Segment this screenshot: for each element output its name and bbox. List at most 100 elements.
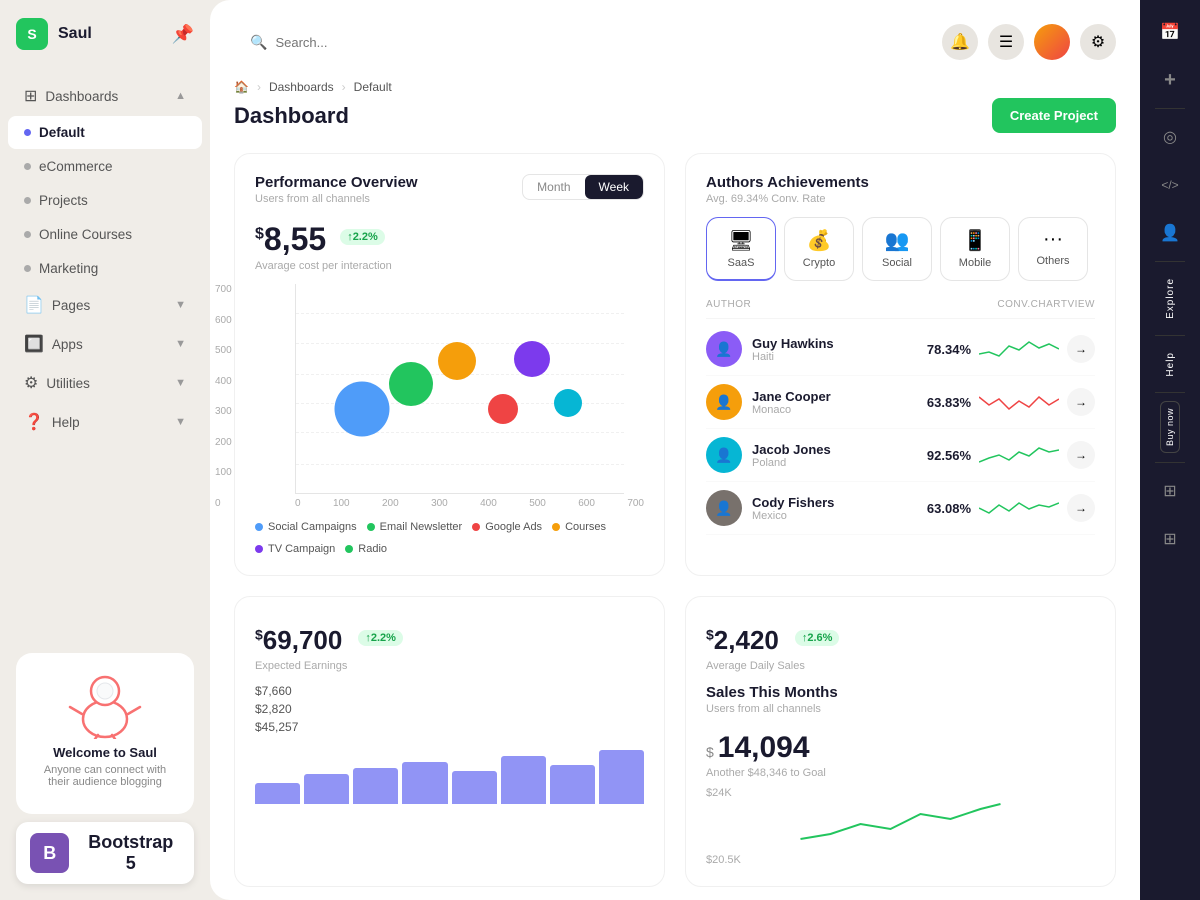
cat-tab-crypto[interactable]: 💰 Crypto	[784, 217, 854, 281]
buy-now-button[interactable]: Buy now	[1160, 401, 1180, 453]
nav-dot	[24, 163, 31, 170]
header-view: VIEW	[1067, 299, 1095, 310]
panel-code-icon[interactable]: </>	[1150, 165, 1190, 205]
view-button[interactable]: →	[1067, 494, 1095, 522]
sidebar-item-apps[interactable]: 🔲 Apps ▼	[8, 325, 202, 363]
nav-dot	[24, 129, 31, 136]
sidebar-item-online-courses[interactable]: Online Courses	[8, 218, 202, 251]
sidebar-item-label: Apps	[52, 337, 83, 352]
sidebar-item-ecommerce[interactable]: eCommerce	[8, 150, 202, 183]
author-conv: 78.34%	[927, 342, 971, 357]
create-project-button[interactable]: Create Project	[992, 98, 1116, 133]
legend-tv: TV Campaign	[255, 543, 335, 555]
bootstrap-badge: B Bootstrap 5	[16, 822, 194, 884]
sales-goal: Another $48,346 to Goal	[706, 767, 1095, 779]
sparkline-chart	[979, 493, 1059, 523]
cat-tab-mobile[interactable]: 📱 Mobile	[940, 217, 1010, 281]
perf-subtitle: Users from all channels	[255, 193, 418, 205]
authors-card: Authors Achievements Avg. 69.34% Conv. R…	[685, 153, 1116, 576]
header-author: AUTHOR	[706, 299, 997, 310]
pin-icon[interactable]: 📌	[172, 24, 194, 45]
bubble-radio	[554, 389, 582, 417]
author-name: Guy Hawkins	[752, 336, 834, 351]
legend-courses: Courses	[552, 521, 606, 533]
cat-tab-saas[interactable]: 🖥 SaaS	[706, 217, 776, 281]
tab-week[interactable]: Week	[585, 175, 643, 199]
legend-radio: Radio	[345, 543, 387, 555]
sidebar-item-marketing[interactable]: Marketing	[8, 252, 202, 285]
y-axis: 700 600 500 400 300 200 100 0	[215, 284, 232, 509]
sidebar-item-default[interactable]: Default	[8, 116, 202, 149]
tab-month[interactable]: Month	[523, 175, 584, 199]
chart-legend: Social Campaigns Email Newsletter Google…	[255, 521, 644, 555]
daily-sales-label: Average Daily Sales	[706, 660, 1095, 672]
bubble-tv	[514, 341, 550, 377]
sidebar-item-projects[interactable]: Projects	[8, 184, 202, 217]
panel-user-icon[interactable]: 👤	[1150, 213, 1190, 253]
author-location: Poland	[752, 457, 831, 469]
view-button[interactable]: →	[1067, 388, 1095, 416]
nav-dot	[24, 265, 31, 272]
view-button[interactable]: →	[1067, 335, 1095, 363]
earnings-label: Expected Earnings	[255, 660, 644, 672]
bootstrap-label: Bootstrap 5	[81, 832, 180, 874]
notification-icon[interactable]: 🔔	[942, 24, 978, 60]
authors-header: Authors Achievements Avg. 69.34% Conv. R…	[706, 174, 1095, 205]
nav-dot	[24, 197, 31, 204]
daily-sales-value: $2,420	[706, 625, 779, 656]
category-tabs: 🖥 SaaS 💰 Crypto 👥 Social 📱 Mobile	[706, 217, 1095, 281]
explore-label[interactable]: Explore	[1165, 270, 1176, 327]
search-icon: 🔍	[250, 34, 267, 51]
tab-group: Month Week	[522, 174, 644, 200]
search-box[interactable]: 🔍	[234, 26, 514, 59]
sidebar: S Saul 📌 ⊞ Dashboards ▲ Default eCommerc…	[0, 0, 210, 900]
panel-add-icon[interactable]: +	[1150, 60, 1190, 100]
sales-title: Sales This Months	[706, 684, 1095, 701]
sidebar-item-dashboards[interactable]: ⊞ Dashboards ▲	[8, 77, 202, 115]
page-title: Dashboard	[234, 103, 349, 129]
help-icon: ❓	[24, 412, 44, 432]
metric-label: Avarage cost per interaction	[255, 260, 644, 272]
panel-grid-icon-1[interactable]: ⊞	[1150, 471, 1190, 511]
search-input[interactable]	[275, 35, 498, 50]
home-icon[interactable]: 🏠	[234, 80, 249, 94]
avatar[interactable]	[1034, 24, 1070, 60]
sidebar-header: S Saul 📌	[0, 0, 210, 68]
welcome-title: Welcome to Saul	[32, 745, 178, 760]
table-row: 👤 Jacob Jones Poland 92.56% →	[706, 429, 1095, 482]
settings-icon[interactable]: ⚙	[1080, 24, 1116, 60]
sales-chart	[706, 799, 1095, 849]
right-panel: 📅 + ◎ </> 👤 Explore Help Buy now ⊞ ⊞	[1140, 0, 1200, 900]
sidebar-item-utilities[interactable]: ⚙ Utilities ▼	[8, 364, 202, 402]
legend-google: Google Ads	[472, 521, 542, 533]
sidebar-item-pages[interactable]: 📄 Pages ▼	[8, 286, 202, 324]
sidebar-item-label: Projects	[39, 193, 88, 208]
chevron-icon: ▼	[175, 338, 186, 350]
view-button[interactable]: →	[1067, 441, 1095, 469]
bubble-courses	[488, 394, 518, 424]
bootstrap-icon: B	[30, 833, 69, 873]
author-name: Jane Cooper	[752, 389, 831, 404]
breadcrumb-dashboards[interactable]: Dashboards	[269, 80, 334, 94]
author-conv: 63.08%	[927, 501, 971, 516]
panel-calendar-icon[interactable]: 📅	[1150, 12, 1190, 52]
earnings-card: $69,700 ↑2.2% Expected Earnings $7,660 $…	[234, 596, 665, 887]
author-location: Monaco	[752, 404, 831, 416]
chevron-icon: ▲	[175, 90, 186, 102]
panel-circle-icon[interactable]: ◎	[1150, 117, 1190, 157]
earnings-badge: ↑2.2%	[358, 630, 403, 646]
help-label[interactable]: Help	[1165, 344, 1176, 385]
bubble-social	[334, 382, 389, 437]
perf-title: Performance Overview	[255, 174, 418, 191]
table-row: 👤 Guy Hawkins Haiti 78.34% →	[706, 323, 1095, 376]
sidebar-item-label: Marketing	[39, 261, 98, 276]
table-row: 👤 Cody Fishers Mexico 63.08% →	[706, 482, 1095, 535]
dashboards-icon: ⊞	[24, 86, 37, 106]
sidebar-item-help[interactable]: ❓ Help ▼	[8, 403, 202, 441]
bubble-chart	[295, 284, 624, 494]
panel-grid-icon-2[interactable]: ⊞	[1150, 519, 1190, 559]
cat-tab-others[interactable]: ··· Others	[1018, 217, 1088, 281]
cat-tab-social[interactable]: 👥 Social	[862, 217, 932, 281]
sparkline-chart	[979, 387, 1059, 417]
menu-icon[interactable]: ☰	[988, 24, 1024, 60]
